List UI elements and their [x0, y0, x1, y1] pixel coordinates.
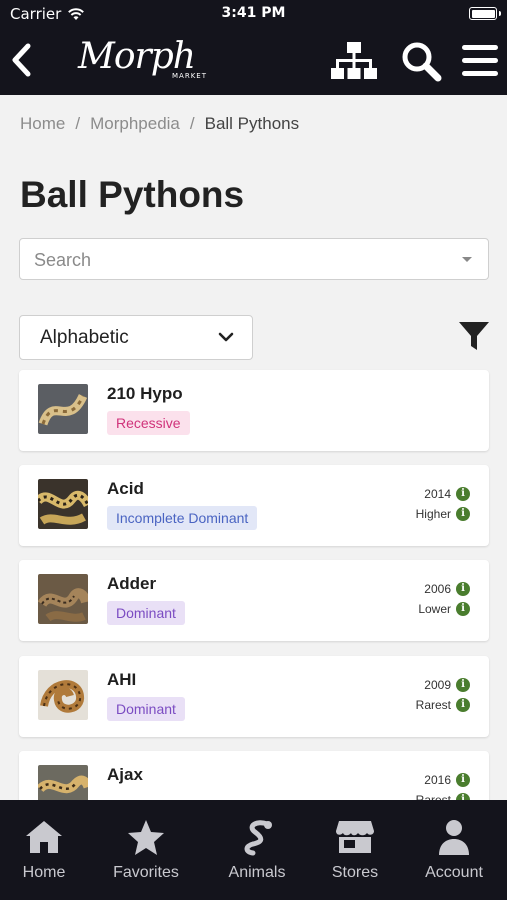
morph-market-logo[interactable]: Morph MARKET	[72, 36, 207, 86]
search-dropdown-caret-icon[interactable]	[462, 257, 472, 262]
trait-card[interactable]: Acid Incomplete Dominant 2014 i Higher i	[19, 465, 489, 546]
trait-name: Ajax	[107, 765, 143, 784]
sort-selected-value: Alphabetic	[40, 327, 129, 348]
breadcrumb-home[interactable]: Home	[20, 114, 65, 134]
inheritance-badge: Dominant	[107, 601, 185, 625]
trait-thumbnail-image	[38, 574, 88, 624]
search-box[interactable]	[19, 238, 489, 280]
tab-label: Favorites	[113, 864, 179, 881]
tab-home[interactable]: Home	[0, 818, 94, 888]
filter-icon[interactable]	[456, 318, 492, 354]
sort-dropdown[interactable]: Alphabetic	[19, 315, 253, 360]
search-icon[interactable]	[398, 38, 446, 84]
year-row: 2014 i	[424, 487, 470, 501]
inheritance-badge: Recessive	[107, 411, 190, 435]
battery-icon	[469, 7, 501, 20]
tab-favorites[interactable]: Favorites	[96, 818, 196, 888]
year-row: 2006 i	[424, 582, 470, 596]
logo-subtext: MARKET	[172, 72, 207, 80]
year-proven: 2009	[424, 678, 451, 692]
year-proven: 2006	[424, 582, 451, 596]
trait-card[interactable]: AHI Dominant 2009 i Rarest i	[19, 656, 489, 737]
trait-thumbnail-image	[38, 479, 88, 529]
trait-name: 210 Hypo	[107, 384, 183, 403]
year-proven: 2016	[424, 773, 451, 787]
chevron-down-icon	[218, 332, 234, 342]
rarity-row: Lower i	[418, 602, 470, 616]
person-icon	[439, 820, 469, 855]
info-icon[interactable]: i	[456, 602, 470, 616]
info-icon[interactable]: i	[456, 582, 470, 596]
logo-wordmark: Morph	[78, 36, 196, 77]
page-title: Ball Pythons	[20, 174, 245, 215]
status-time: 3:41 PM	[221, 5, 286, 21]
snake-icon	[244, 820, 272, 856]
year-row: 2009 i	[424, 678, 470, 692]
tab-label: Account	[425, 864, 483, 881]
year-row: 2016 i	[424, 773, 470, 787]
rarity-label: Lower	[418, 602, 451, 616]
trait-name: Adder	[107, 574, 157, 593]
inheritance-badge: Dominant	[107, 697, 185, 721]
year-proven: 2014	[424, 487, 451, 501]
breadcrumb-current: Ball Pythons	[204, 114, 300, 133]
breadcrumb-separator: /	[189, 114, 195, 133]
breadcrumb: Home / Morphpedia / Ball Pythons	[20, 114, 299, 134]
rarity-row: Rarest i	[416, 698, 470, 712]
info-icon[interactable]: i	[456, 487, 470, 501]
search-input[interactable]	[34, 247, 454, 273]
info-icon[interactable]: i	[456, 678, 470, 692]
home-icon	[26, 821, 62, 853]
trait-thumbnail-image	[38, 670, 88, 720]
trait-card[interactable]: Adder Dominant 2006 i Lower i	[19, 560, 489, 641]
tab-animals[interactable]: Animals	[207, 818, 307, 888]
tab-account[interactable]: Account	[404, 818, 504, 888]
info-icon[interactable]: i	[456, 773, 470, 787]
rarity-label: Rarest	[415, 698, 451, 712]
inheritance-badge: Incomplete Dominant	[107, 506, 258, 530]
star-icon	[128, 820, 164, 855]
sitemap-icon[interactable]	[330, 38, 378, 84]
tab-label: Stores	[331, 864, 379, 881]
hamburger-menu-icon[interactable]	[456, 38, 504, 84]
trait-name: Acid	[107, 479, 144, 498]
tab-label: Animals	[228, 864, 286, 881]
store-icon	[336, 821, 374, 853]
trait-card[interactable]: 210 Hypo Recessive	[19, 370, 489, 451]
rarity-row: Higher i	[416, 507, 470, 521]
top-nav-bar: Morph MARKET	[0, 28, 507, 95]
breadcrumb-separator: /	[75, 114, 81, 133]
trait-thumbnail-image	[38, 384, 88, 434]
back-arrow-icon[interactable]	[8, 40, 36, 80]
bottom-tab-bar: Home Favorites Animals Stores Account	[0, 800, 507, 900]
tab-label: Home	[22, 864, 66, 881]
info-icon[interactable]: i	[456, 507, 470, 521]
tab-stores[interactable]: Stores	[305, 818, 405, 888]
rarity-label: Higher	[415, 507, 451, 521]
trait-name: AHI	[107, 670, 137, 689]
info-icon[interactable]: i	[456, 698, 470, 712]
breadcrumb-morphpedia[interactable]: Morphpedia	[90, 114, 180, 134]
status-bar: Carrier 3:41 PM	[0, 0, 507, 28]
